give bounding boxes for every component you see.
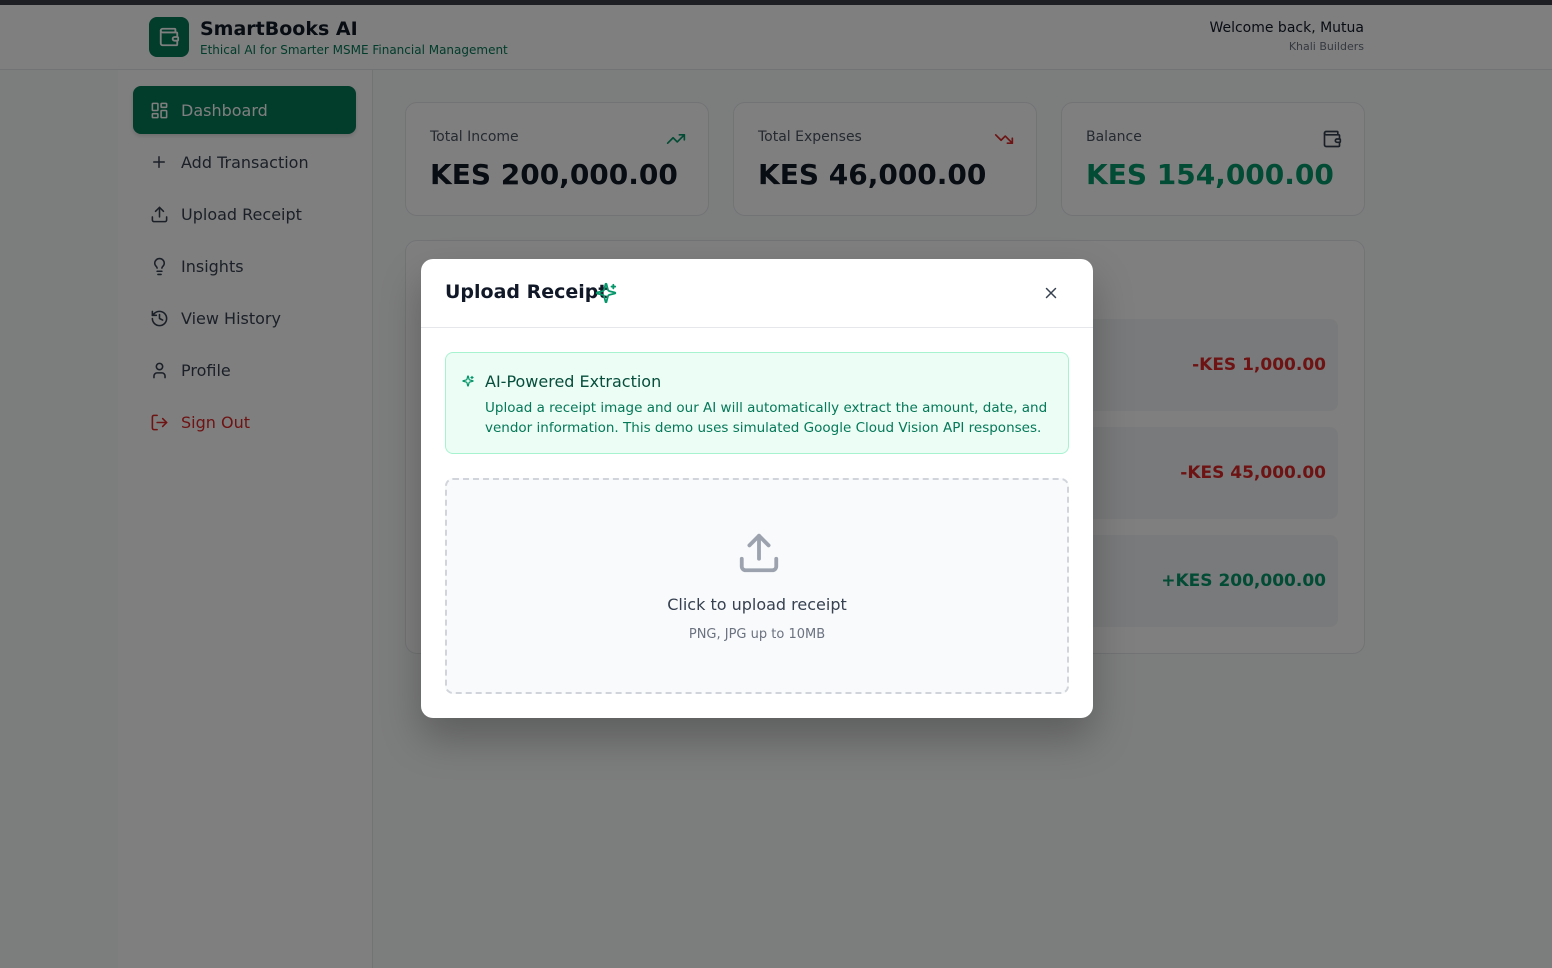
ai-info-box: AI-Powered Extraction Upload a receipt i… xyxy=(445,352,1069,454)
dropzone-title: Click to upload receipt xyxy=(667,595,847,614)
upload-receipt-modal: Upload Receipt AI-Powered Extraction Upl… xyxy=(421,259,1093,718)
close-button[interactable] xyxy=(1039,281,1063,305)
receipt-dropzone[interactable]: Click to upload receipt PNG, JPG up to 1… xyxy=(445,478,1069,694)
modal-title: Upload Receipt xyxy=(445,281,608,303)
upload-icon xyxy=(739,533,779,573)
dropzone-hint: PNG, JPG up to 10MB xyxy=(688,627,826,642)
close-icon xyxy=(1045,287,1057,299)
sparkles-icon xyxy=(595,282,617,304)
ai-info-description: Upload a receipt image and our AI will a… xyxy=(485,400,1048,436)
ai-info-title: AI-Powered Extraction xyxy=(485,372,662,391)
sparkles-icon xyxy=(462,375,474,387)
modal-header: Upload Receipt xyxy=(421,259,1093,328)
